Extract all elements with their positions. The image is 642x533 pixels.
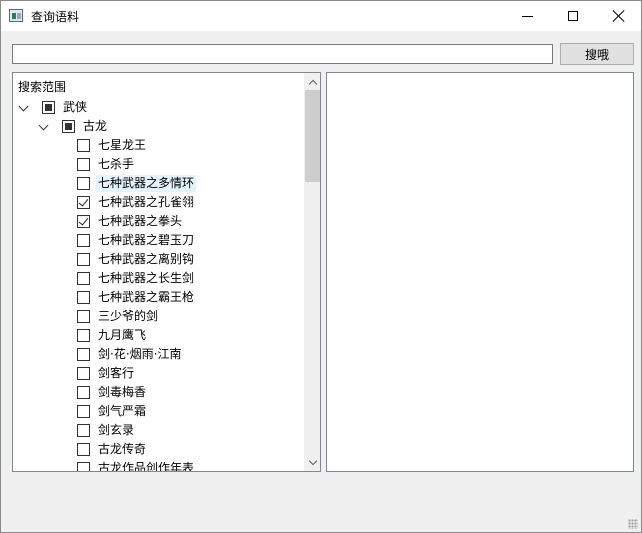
tree-item-label: 七星龙王: [98, 138, 147, 152]
chevron-down-icon[interactable]: [38, 121, 50, 133]
tree-item-label: 剑气严霜: [98, 404, 147, 418]
main-window: 查询语料 搜哦 搜索范围 武侠 古龙 七星龙王七杀手七种武器之多情环 七种武器之孔…: [0, 0, 642, 533]
tree-item[interactable]: 剑毒梅香: [13, 383, 304, 402]
vertical-scrollbar[interactable]: [304, 73, 320, 471]
tree-item-checkbox[interactable]: [77, 424, 90, 437]
tree-item[interactable]: 七星龙王: [13, 136, 304, 155]
tree-item[interactable]: 七种武器之拳头: [13, 212, 304, 231]
tree-item[interactable]: 剑客行: [13, 364, 304, 383]
tree-label-group: 古龙: [83, 119, 108, 133]
tree-item-checkbox[interactable]: [77, 405, 90, 418]
tree-item-label: 七种武器之拳头: [98, 214, 183, 228]
resize-grip-icon[interactable]: [628, 519, 638, 529]
tree-item-checkbox[interactable]: [77, 348, 90, 361]
tree-item-label: 七种武器之离别钩: [98, 252, 195, 266]
tree-checkbox-root[interactable]: [42, 101, 55, 114]
tree-node-group[interactable]: 古龙: [13, 117, 304, 136]
maximize-icon: [568, 11, 578, 21]
tree-item-label: 剑·花·烟雨·江南: [98, 347, 182, 361]
maximize-button[interactable]: [550, 1, 596, 31]
tree-item[interactable]: 古龙作品创作年表: [13, 459, 304, 472]
tree-item[interactable]: 三少爷的剑: [13, 307, 304, 326]
chevron-down-icon[interactable]: [18, 102, 30, 114]
tree-item-checkbox[interactable]: [77, 272, 90, 285]
tree-item-label: 七种武器之多情环: [96, 175, 197, 192]
tree-header: 搜索范围: [18, 80, 67, 94]
tree-item-label: 七种武器之碧玉刀: [98, 233, 195, 247]
tree-item[interactable]: 七杀手: [13, 155, 304, 174]
results-panel[interactable]: [326, 72, 634, 472]
tree-item[interactable]: 七种武器之长生剑: [13, 269, 304, 288]
tree-node-root[interactable]: 武侠: [13, 98, 304, 117]
tree-item-label: 古龙作品创作年表: [98, 461, 195, 472]
tree-item-checkbox[interactable]: [77, 386, 90, 399]
close-icon: [613, 10, 625, 22]
tree-item-label: 七种武器之长生剑: [98, 271, 195, 285]
tree-item-checkbox[interactable]: [77, 443, 90, 456]
tree-item-label: 三少爷的剑: [98, 309, 159, 323]
tree-label-root: 武侠: [63, 100, 88, 114]
tree-item[interactable]: 七种武器之孔雀翎: [13, 193, 304, 212]
close-button[interactable]: [596, 1, 642, 31]
search-scope-panel: 搜索范围 武侠 古龙 七星龙王七杀手七种武器之多情环 七种武器之孔雀翎 七种武器之拳…: [12, 72, 321, 472]
scroll-thumb[interactable]: [305, 90, 320, 182]
tree-item[interactable]: 古龙传奇: [13, 440, 304, 459]
search-input[interactable]: [12, 44, 553, 64]
tree-item[interactable]: 七种武器之霸王枪: [13, 288, 304, 307]
tree-item-checkbox[interactable]: [77, 177, 90, 190]
tree-item-checkbox[interactable]: [77, 253, 90, 266]
tree-item-label: 剑毒梅香: [98, 385, 147, 399]
tree-item[interactable]: 七种武器之多情环: [13, 174, 304, 193]
tree-item-checkbox[interactable]: [77, 291, 90, 304]
tree-item[interactable]: 九月鹰飞: [13, 326, 304, 345]
tree-item-checkbox[interactable]: [77, 215, 90, 228]
tree-item-label: 古龙传奇: [98, 442, 147, 456]
tree-item-label: 剑玄录: [98, 423, 135, 437]
scope-tree: 武侠 古龙 七星龙王七杀手七种武器之多情环 七种武器之孔雀翎 七种武器之拳头 七种武器…: [13, 98, 304, 472]
tree-item-checkbox[interactable]: [77, 196, 90, 209]
tree-item-checkbox[interactable]: [77, 158, 90, 171]
tree-item[interactable]: 剑玄录: [13, 421, 304, 440]
tree-item[interactable]: 七种武器之碧玉刀: [13, 231, 304, 250]
minimize-icon: [521, 15, 533, 17]
tree-leaf-list: 七星龙王七杀手七种武器之多情环 七种武器之孔雀翎 七种武器之拳头 七种武器之碧玉刀 七种…: [13, 136, 304, 472]
tree-item[interactable]: 剑·花·烟雨·江南: [13, 345, 304, 364]
tree-item-checkbox[interactable]: [77, 139, 90, 152]
tree-item-checkbox[interactable]: [77, 234, 90, 247]
minimize-button[interactable]: [504, 1, 550, 31]
search-button[interactable]: 搜哦: [560, 43, 634, 65]
tree-item-label: 九月鹰飞: [98, 328, 147, 342]
tree-item-checkbox[interactable]: [77, 310, 90, 323]
tree-checkbox-group[interactable]: [62, 120, 75, 133]
tree-item-checkbox[interactable]: [77, 367, 90, 380]
tree-item-label: 七种武器之孔雀翎: [98, 195, 195, 209]
tree-item-label: 七种武器之霸王枪: [98, 290, 195, 304]
title-bar[interactable]: 查询语料: [1, 1, 641, 31]
tree-item-label: 剑客行: [98, 366, 135, 380]
tree-item-checkbox[interactable]: [77, 462, 90, 471]
window-title: 查询语料: [31, 10, 80, 24]
tree-item-checkbox[interactable]: [77, 329, 90, 342]
tree-item[interactable]: 七种武器之离别钩: [13, 250, 304, 269]
tree-item[interactable]: 剑气严霜: [13, 402, 304, 421]
app-window-icon: [9, 9, 23, 22]
scroll-up-icon[interactable]: [304, 73, 320, 90]
scroll-down-icon[interactable]: [304, 454, 320, 471]
tree-item-label: 七杀手: [98, 157, 135, 171]
